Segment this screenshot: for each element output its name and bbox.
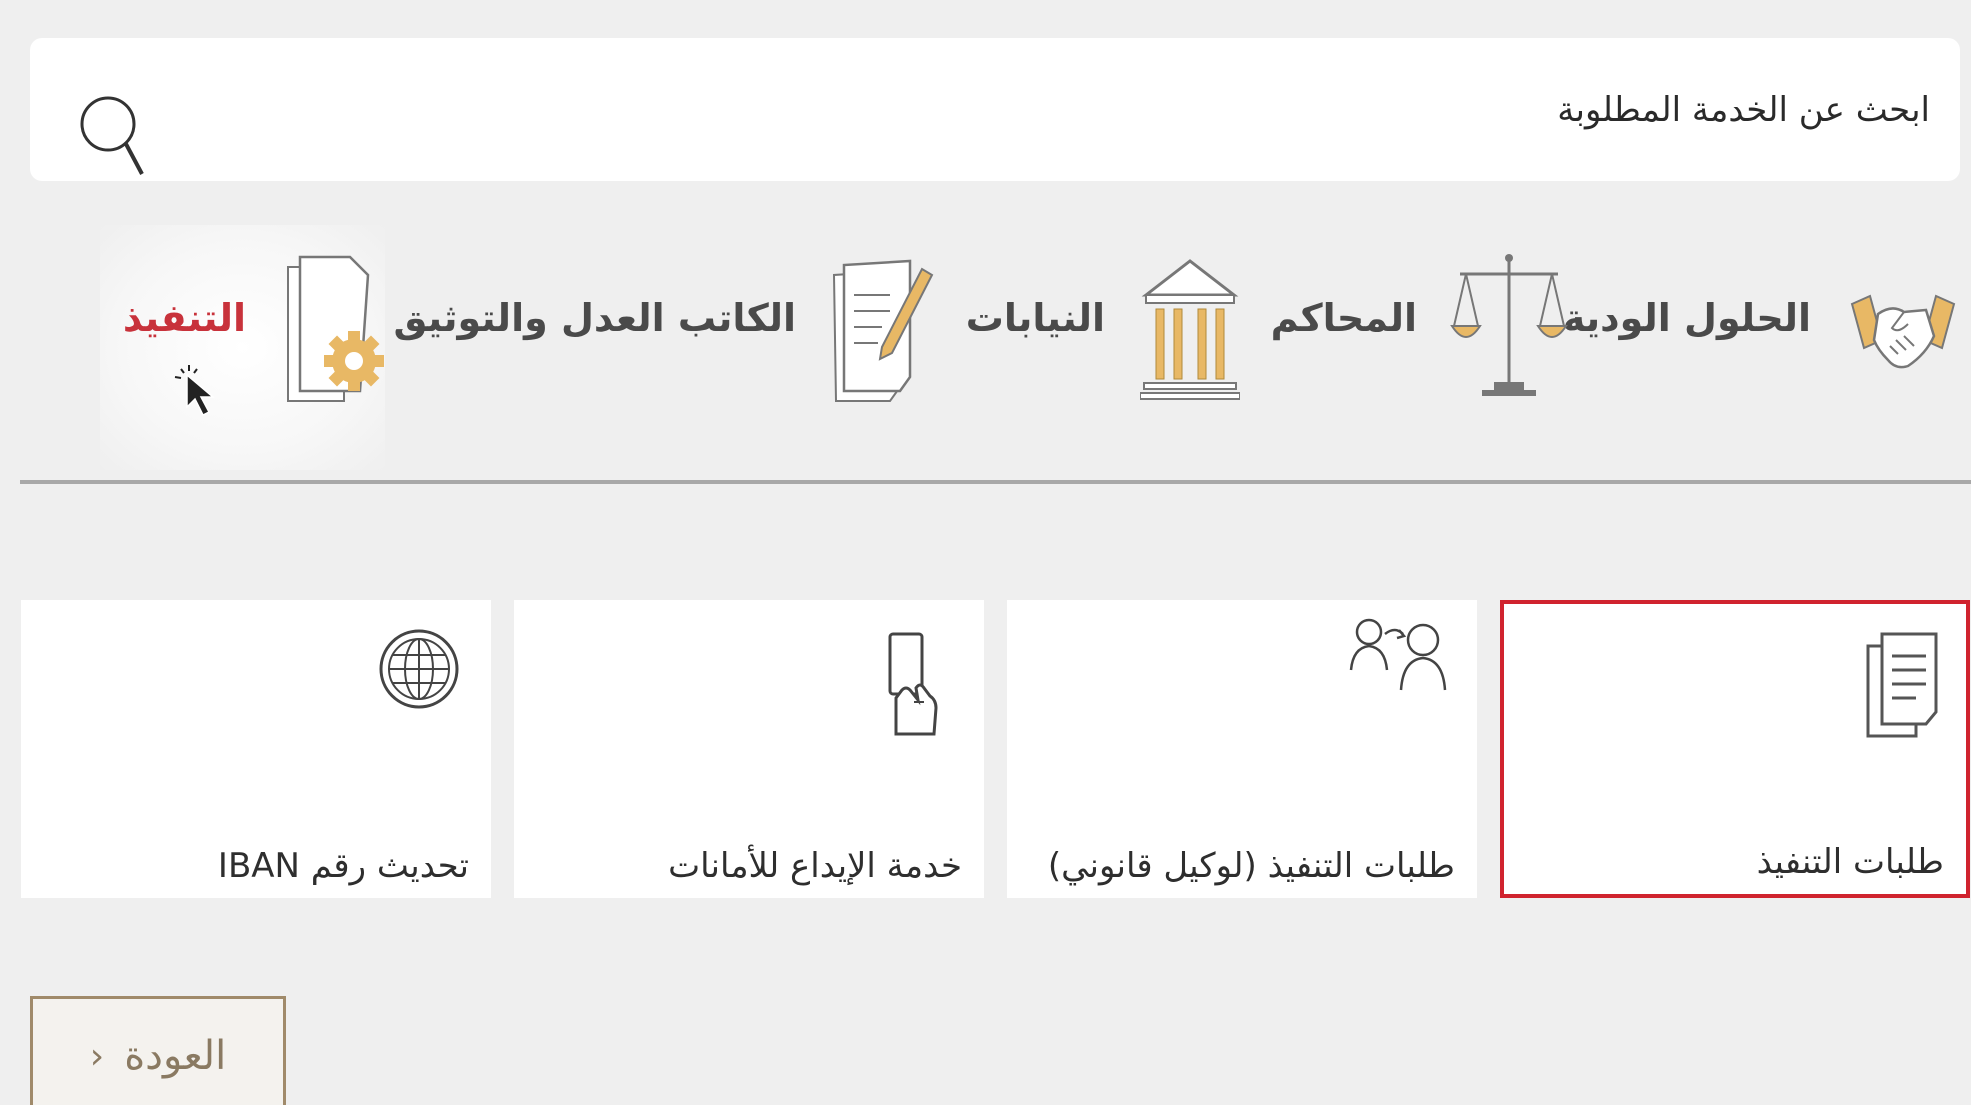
service-card-execution-requests[interactable]: طلبات التنفيذ (1500, 600, 1970, 898)
document-pen-icon (832, 259, 934, 402)
category-label-prosecutions: النيابات (965, 296, 1105, 340)
category-label-amicable-solutions: الحلول الودية (1562, 296, 1811, 340)
service-card-trust-deposit[interactable]: خدمة الإيداع للأمانات (514, 600, 984, 898)
service-card-label: تحديث رقم IBAN (217, 846, 469, 886)
chevron-left-icon: ‹ (89, 1035, 105, 1077)
service-card-label: خدمة الإيداع للأمانات (668, 846, 962, 886)
user-transfer-icon (1349, 618, 1447, 691)
category-nav: الحلول الودية المحاكم النيابات الكاتب ال… (0, 225, 1971, 475)
documents-icon (1866, 632, 1938, 738)
handshake-icon (1850, 294, 1956, 369)
category-label-courts: المحاكم (1270, 296, 1417, 340)
scales-icon (1450, 254, 1568, 396)
globe-icon (379, 629, 459, 709)
search-bar (30, 38, 1960, 181)
search-input[interactable] (170, 74, 1930, 146)
category-label-notary: الكاتب العدل والتوثيق (393, 296, 796, 340)
service-card-label: طلبات التنفيذ (1756, 842, 1944, 882)
courthouse-icon (1140, 259, 1240, 400)
service-card-label: طلبات التنفيذ (لوكيل قانوني) (1047, 846, 1455, 886)
category-label-execution: التنفيذ (122, 296, 246, 340)
service-card-execution-requests-legal-agent[interactable]: طلبات التنفيذ (لوكيل قانوني) (1007, 600, 1477, 898)
back-button[interactable]: العودة ‹ (30, 996, 286, 1105)
hand-card-icon (888, 632, 938, 736)
nav-divider (20, 480, 1971, 484)
cursor-pointer-icon (174, 365, 216, 417)
back-button-label: العودة (124, 1033, 227, 1079)
document-gear-icon (287, 255, 384, 402)
search-icon[interactable] (78, 90, 150, 182)
page: الحلول الودية المحاكم (0, 0, 1971, 1105)
service-card-update-iban[interactable]: تحديث رقم IBAN (21, 600, 491, 898)
